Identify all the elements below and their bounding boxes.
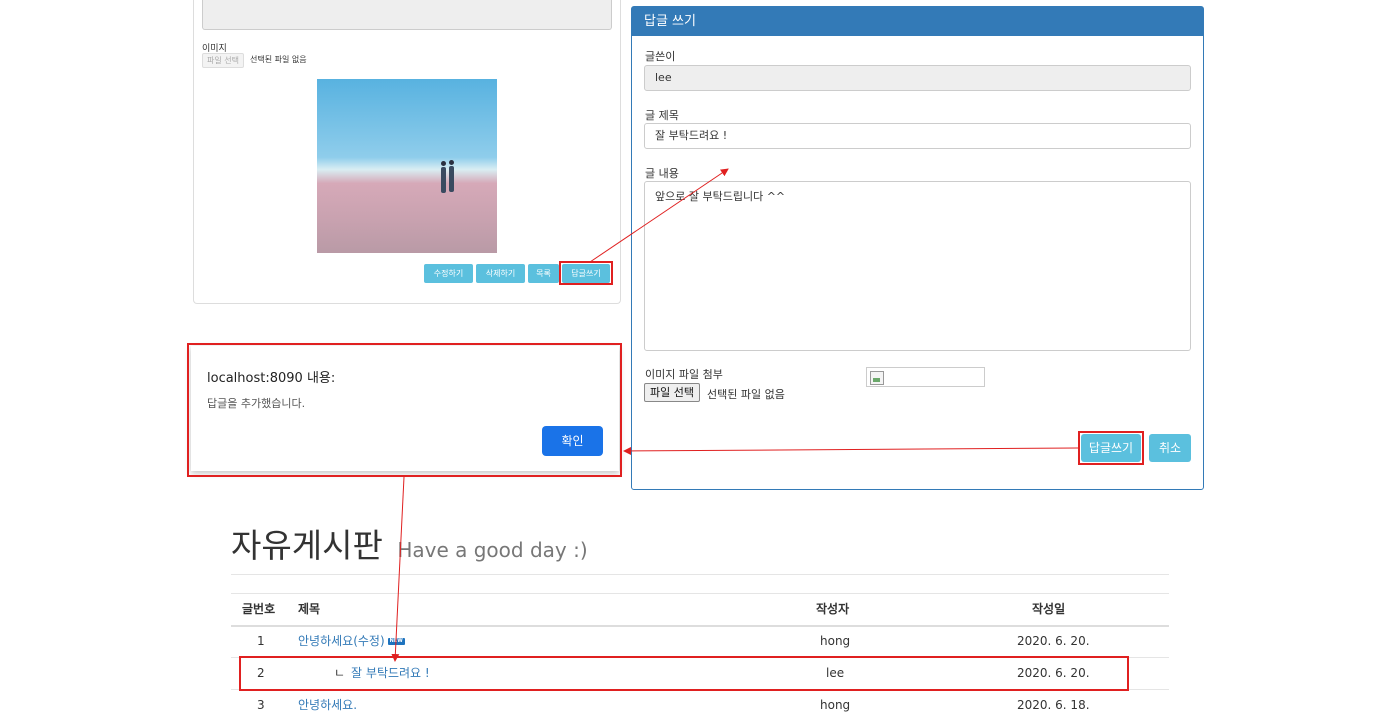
- reply-button[interactable]: 답글쓰기: [562, 264, 610, 283]
- row-3-no: 3: [257, 698, 265, 712]
- writer-label: 글쓴이: [645, 50, 676, 63]
- board-subtitle: Have a good day :): [397, 538, 588, 562]
- row-1-no: 1: [257, 634, 265, 648]
- row-1-date: 2020. 6. 20.: [1017, 634, 1090, 648]
- table-top-border: [231, 593, 1169, 594]
- row-1-writer: hong: [820, 634, 851, 648]
- header-divider: [231, 625, 1169, 627]
- list-button[interactable]: 목록: [528, 264, 559, 283]
- row-3-writer: hong: [820, 698, 851, 712]
- file-status: 선택된 파일 없음: [707, 388, 785, 401]
- row-2-writer: lee: [826, 666, 845, 680]
- person-figure: [441, 161, 446, 193]
- image-preview: [866, 367, 985, 387]
- row-1-title-text[interactable]: 안녕하세요(수정): [298, 634, 385, 648]
- heading-divider: [231, 574, 1169, 575]
- title-label: 글 제목: [645, 109, 679, 122]
- attach-label: 이미지 파일 첨부: [645, 368, 723, 381]
- submit-reply-button[interactable]: 답글쓰기: [1081, 434, 1141, 462]
- article-file-status: 선택된 파일 없음: [250, 55, 307, 64]
- col-header-title: 제목: [298, 602, 321, 616]
- title-field[interactable]: 잘 부탁드려요 !: [644, 123, 1191, 149]
- row-2-title-text[interactable]: 잘 부탁드려요 !: [351, 666, 430, 680]
- col-header-no: 글번호: [242, 602, 276, 616]
- writer-field[interactable]: lee: [644, 65, 1191, 91]
- dialog-title: localhost:8090 내용:: [207, 371, 336, 386]
- broken-image-icon: [870, 371, 884, 385]
- row-2-no: 2: [257, 666, 265, 680]
- content-label: 글 내용: [645, 167, 679, 180]
- edit-button[interactable]: 수정하기: [424, 264, 473, 283]
- row-2-date: 2020. 6. 20.: [1017, 666, 1090, 680]
- col-header-date: 작성일: [1032, 602, 1066, 616]
- dialog-ok-button[interactable]: 확인: [542, 426, 603, 456]
- row-divider: [231, 657, 1169, 658]
- article-content-textarea[interactable]: [202, 0, 612, 30]
- row-1-title[interactable]: 안녕하세요(수정) NEW: [298, 632, 405, 649]
- row-3-title[interactable]: 안녕하세요.: [298, 696, 357, 713]
- reply-form-header: 답글 쓰기: [632, 7, 1203, 36]
- col-header-writer: 작성자: [816, 602, 850, 616]
- article-image: [317, 79, 497, 253]
- board-heading: 자유게시판 Have a good day :): [231, 519, 588, 567]
- reply-indent-marker: ㄴ: [334, 666, 346, 680]
- file-select-button[interactable]: 파일 선택: [644, 383, 700, 402]
- row-divider: [231, 689, 1169, 690]
- content-textarea[interactable]: 앞으로 잘 부탁드립니다 ^^: [644, 181, 1191, 351]
- row-2-title[interactable]: ㄴ 잘 부탁드려요 !: [334, 664, 430, 681]
- person-figure: [449, 160, 454, 192]
- cancel-button[interactable]: 취소: [1149, 434, 1191, 462]
- new-badge: NEW: [387, 638, 405, 645]
- row-3-date: 2020. 6. 18.: [1017, 698, 1090, 712]
- dialog-message: 답글을 추가했습니다.: [207, 397, 306, 410]
- delete-button[interactable]: 삭제하기: [476, 264, 525, 283]
- board-title: 자유게시판: [231, 526, 383, 565]
- article-file-button[interactable]: 파일 선택: [202, 53, 244, 68]
